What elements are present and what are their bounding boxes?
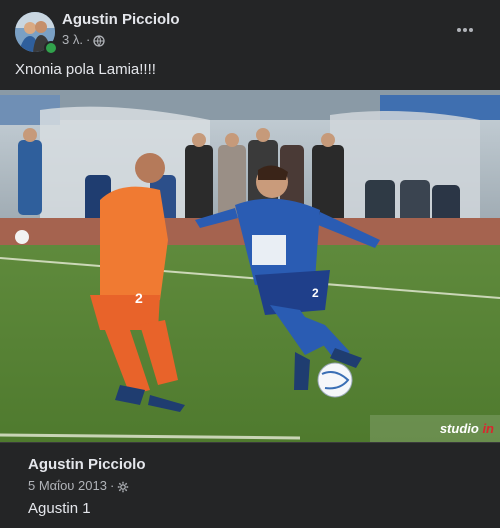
shared-meta: 5 Μαΐου 2013 · (28, 478, 129, 493)
blue-jersey-number: 2 (312, 286, 319, 300)
globe-icon[interactable] (93, 34, 105, 47)
author-name[interactable]: Agustin Picciolo (62, 11, 180, 28)
meta-separator: · (85, 32, 91, 47)
more-dots-icon (457, 28, 473, 32)
watermark-main: studio (439, 421, 483, 436)
shared-author-name[interactable]: Agustin Picciolo (28, 456, 146, 473)
photo-watermark: studio in (440, 421, 494, 436)
shared-text: Agustin 1 (28, 500, 91, 517)
post-time[interactable]: 3 λ. (62, 32, 83, 47)
more-options-button[interactable] (448, 16, 482, 44)
shared-date[interactable]: 5 Μαΐου 2013 (28, 478, 107, 493)
post-caption: Xnonia pola Lamia!!!! (15, 61, 156, 78)
watermark-accent: in (482, 421, 494, 436)
post-meta: 3 λ. · (62, 32, 105, 47)
facebook-post: Agustin Picciolo 3 λ. · Xnonia pola Lami… (0, 0, 500, 528)
post-header: Agustin Picciolo 3 λ. · (0, 0, 500, 58)
online-status-dot (44, 41, 58, 55)
post-photo[interactable]: 2 2 studio in (0, 90, 500, 442)
gear-icon[interactable] (117, 480, 129, 492)
shared-post-card[interactable]: Agustin Picciolo 5 Μαΐου 2013 · Agustin … (0, 442, 500, 528)
orange-jersey-number: 2 (135, 290, 143, 306)
football-photo: 2 2 (0, 90, 500, 442)
shared-meta-separator: · (109, 478, 115, 493)
